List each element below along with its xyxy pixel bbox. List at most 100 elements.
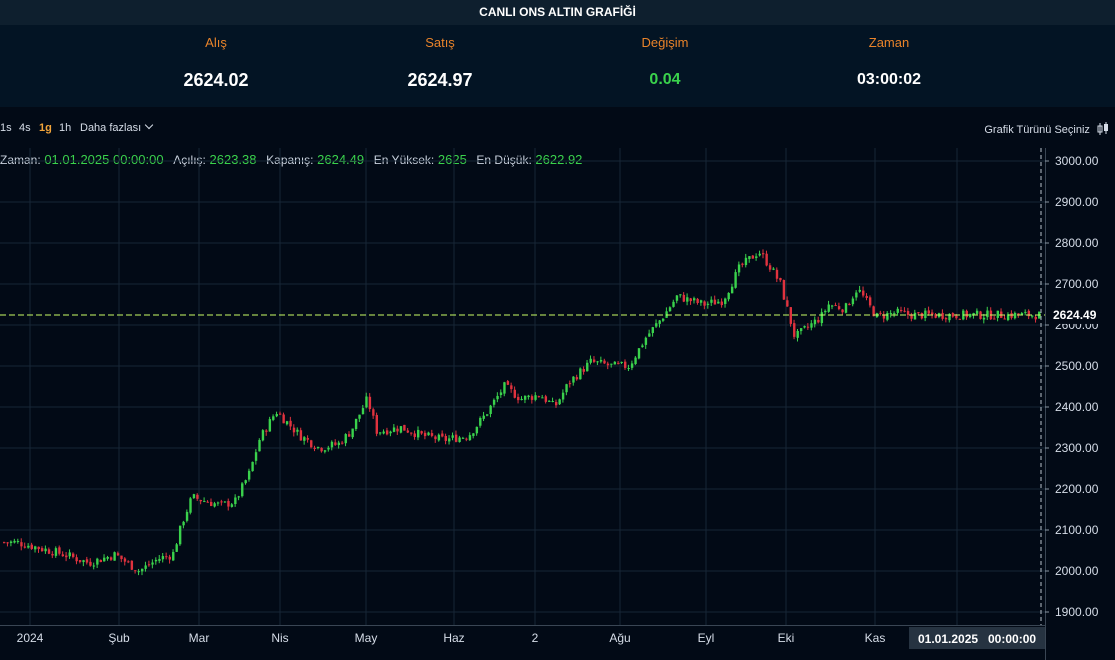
candle-up <box>758 253 761 256</box>
candle-up <box>672 301 675 307</box>
candle-down <box>454 434 458 442</box>
candle-up <box>185 511 189 521</box>
candle-down <box>299 430 303 441</box>
candle-up <box>230 504 234 507</box>
candle-down <box>89 561 92 566</box>
candle-up <box>192 494 196 499</box>
y-tick-label: 3000.00 <box>1055 154 1099 168</box>
y-tick-label: 2700.00 <box>1055 277 1099 291</box>
candle-down <box>917 312 920 314</box>
y-tick-label: 2400.00 <box>1055 400 1099 414</box>
candle-up <box>27 545 30 548</box>
candle-up <box>216 502 220 504</box>
price-chart[interactable]: 3000.002900.002800.002700.002600.002500.… <box>0 0 1115 660</box>
candle-up <box>330 441 334 448</box>
candle-up <box>451 435 454 438</box>
candle-up <box>489 405 492 414</box>
candle-up <box>724 298 727 304</box>
candle-up <box>472 433 475 436</box>
candle-down <box>78 560 82 562</box>
candle-down <box>341 442 344 444</box>
candle-down <box>530 396 534 400</box>
y-tick-label: 2800.00 <box>1055 236 1099 250</box>
candle-up <box>399 426 403 433</box>
candle-up <box>820 312 824 324</box>
candle-down <box>720 301 723 306</box>
x-tick-label: Mar <box>189 631 210 645</box>
candle-down <box>568 383 572 385</box>
candle-up <box>486 414 489 416</box>
candle-down <box>310 440 313 448</box>
y-tick-label: 2000.00 <box>1055 564 1099 578</box>
candle-up <box>499 392 503 396</box>
candle-up <box>213 503 216 507</box>
candle-up <box>886 313 889 320</box>
candle-up <box>679 294 682 296</box>
candle-down <box>510 385 513 390</box>
candle-down <box>879 312 882 314</box>
candle-up <box>103 557 106 562</box>
candle-down <box>544 396 548 402</box>
candle-up <box>137 571 140 573</box>
candle-down <box>406 430 410 433</box>
candle-down <box>130 560 134 570</box>
candle-up <box>565 384 568 393</box>
candle-up <box>437 434 441 441</box>
candle-up <box>551 401 554 403</box>
candle-down <box>575 377 579 380</box>
candle-down <box>334 442 337 445</box>
candle-up <box>541 397 544 399</box>
candle-up <box>234 497 237 505</box>
y-tick-label: 2500.00 <box>1055 359 1099 373</box>
candle-up <box>468 435 472 441</box>
candle-up <box>855 292 858 298</box>
candle-down <box>689 298 692 302</box>
candle-down <box>868 297 872 306</box>
candle-up <box>296 429 299 432</box>
candle-up <box>354 418 358 430</box>
candle-up <box>323 450 327 452</box>
candle-down <box>206 501 209 503</box>
candle-down <box>768 265 772 270</box>
candle-down <box>786 300 789 307</box>
candle-down <box>944 318 948 320</box>
candle-down <box>30 544 33 549</box>
candle-up <box>154 559 158 562</box>
candle-down <box>75 557 78 562</box>
candle-down <box>517 396 520 401</box>
candle-up <box>34 546 37 550</box>
candle-up <box>737 264 741 273</box>
candle-up <box>523 395 527 400</box>
candle-down <box>703 301 706 306</box>
y-tick-label: 1900.00 <box>1055 605 1099 619</box>
candle-up <box>365 396 368 408</box>
y-tick-label: 2900.00 <box>1055 195 1099 209</box>
candle-up <box>392 427 396 432</box>
candle-down <box>441 433 444 437</box>
candle-up <box>996 310 999 318</box>
candle-up <box>744 257 748 266</box>
candle-up <box>303 437 306 441</box>
candle-down <box>220 501 223 503</box>
candle-up <box>686 297 689 302</box>
candle-up <box>548 400 551 402</box>
candle-up <box>92 565 96 567</box>
candle-up <box>492 399 496 405</box>
candle-up <box>106 556 109 559</box>
candle-down <box>506 381 510 385</box>
candle-up <box>982 317 986 320</box>
candle-down <box>555 401 558 406</box>
candle-down <box>85 559 89 563</box>
candle-up <box>68 552 71 557</box>
candle-up <box>534 395 537 400</box>
candle-up <box>151 562 154 565</box>
candle-up <box>9 541 13 544</box>
candle-up <box>651 327 654 334</box>
candle-down <box>682 294 686 302</box>
x-tick-label: 2024 <box>17 631 44 645</box>
candle-down <box>385 430 389 435</box>
y-tick-label: 2200.00 <box>1055 482 1099 496</box>
candle-up <box>16 541 20 543</box>
candle-up <box>579 368 582 380</box>
candle-down <box>920 312 924 319</box>
